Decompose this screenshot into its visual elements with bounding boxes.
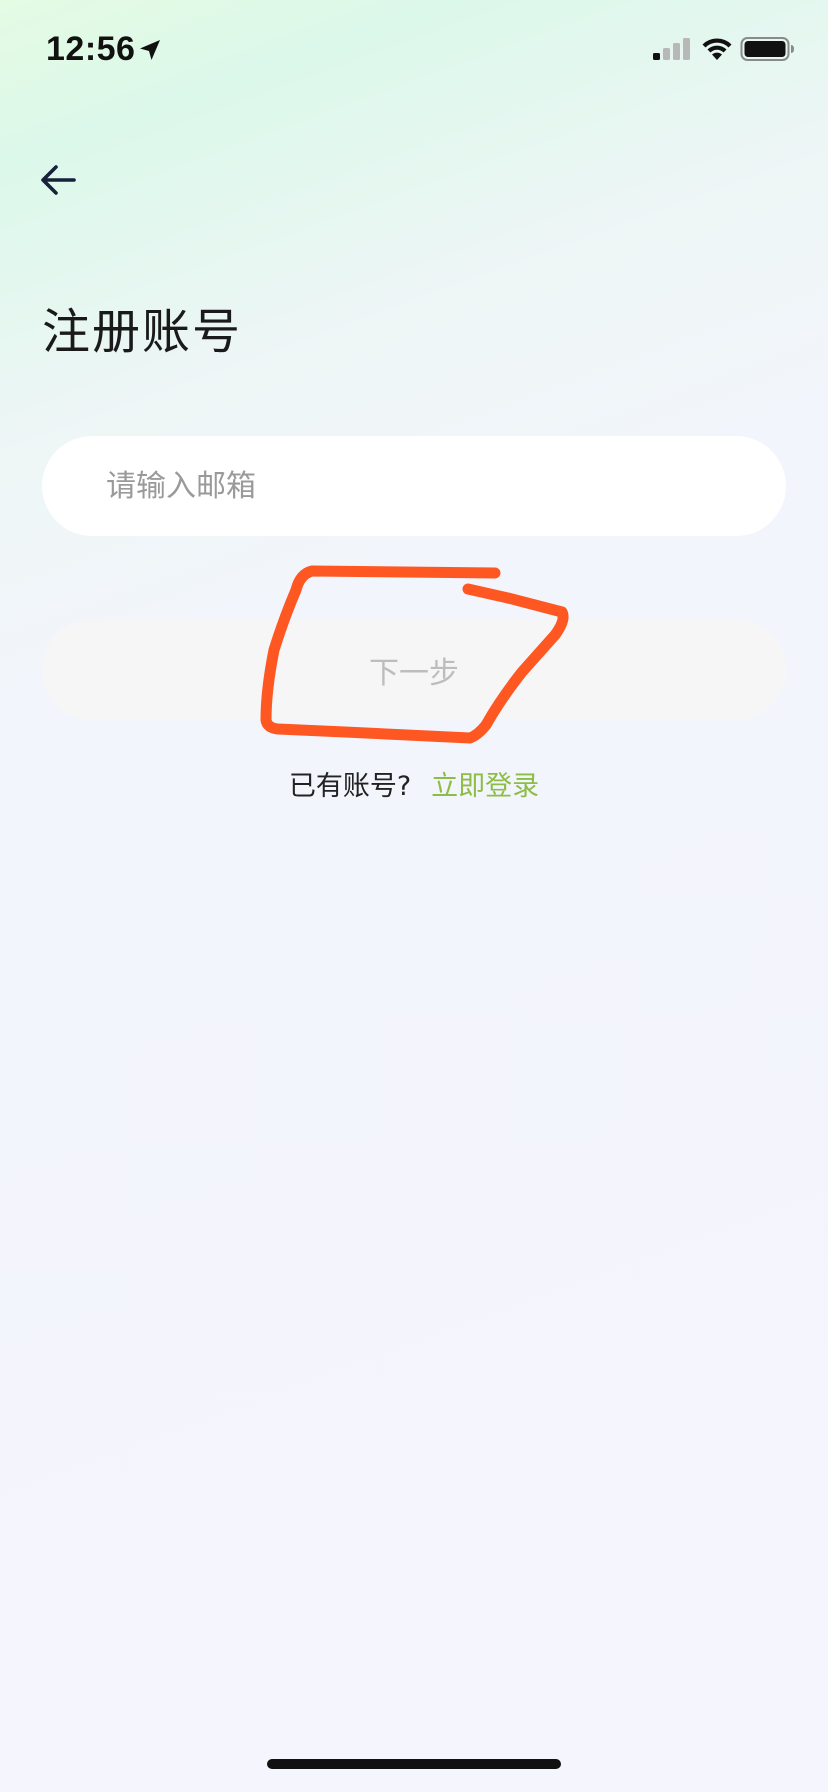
email-field[interactable] <box>106 436 746 536</box>
login-row: 已有账号? 立即登录 <box>0 764 828 803</box>
battery-icon <box>740 37 794 61</box>
next-step-button[interactable]: 下一步 <box>42 620 786 720</box>
cellular-signal-icon <box>653 38 690 60</box>
login-link[interactable]: 立即登录 <box>431 771 539 802</box>
hand-drawn-annotation <box>260 565 569 744</box>
page-title: 注册账号 <box>42 304 243 360</box>
arrow-left-icon <box>41 165 76 195</box>
location-arrow-icon <box>140 40 160 60</box>
wifi-icon <box>702 38 732 60</box>
status-bar: 12:56 <box>0 0 828 100</box>
back-button[interactable] <box>30 152 86 208</box>
home-indicator[interactable] <box>267 1759 561 1769</box>
email-field-container <box>42 436 786 536</box>
status-time: 12:56 <box>46 30 136 68</box>
login-prompt: 已有账号? <box>288 771 412 802</box>
